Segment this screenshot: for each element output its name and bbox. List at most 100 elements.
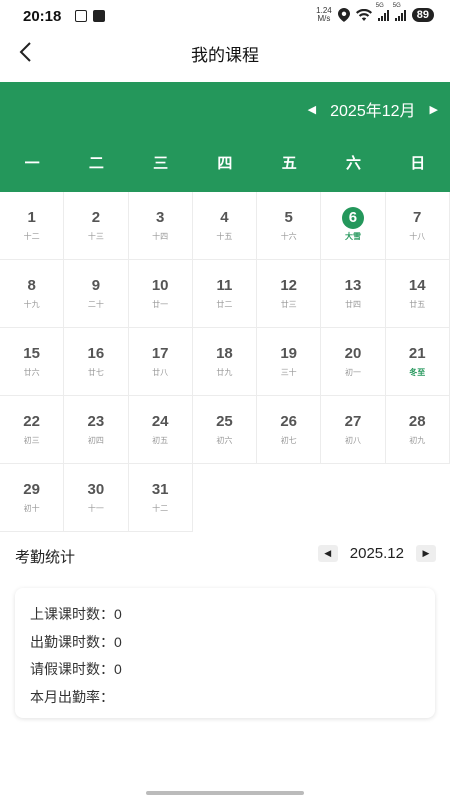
- lunar-date: 十八: [409, 232, 426, 241]
- next-month-icon[interactable]: ▶: [430, 103, 438, 116]
- calendar-day-cell[interactable]: 25 初六: [192, 396, 258, 464]
- day-number: 28: [408, 413, 426, 430]
- calendar-empty-cell: [193, 464, 257, 532]
- calendar-day-cell[interactable]: 4 十五: [192, 192, 258, 260]
- day-number: 4: [220, 209, 229, 226]
- day-number: 18: [216, 345, 233, 362]
- lunar-date: 十二: [23, 232, 40, 241]
- lunar-date: 二十: [87, 300, 104, 309]
- prev-month-icon[interactable]: ◀: [308, 103, 316, 116]
- lunar-date: 廿二: [216, 300, 233, 309]
- calendar-day-cell[interactable]: 26 初七: [257, 396, 322, 464]
- attendance-month: 2025.12: [349, 545, 404, 562]
- calendar-day-cell[interactable]: 13 廿四: [321, 260, 386, 328]
- weekday-label: 三: [153, 155, 169, 172]
- calendar-day-cell[interactable]: 15 廿六: [0, 328, 65, 396]
- calendar-day-cell[interactable]: 31 十二: [128, 464, 193, 532]
- calendar-day-cell[interactable]: 2 十三: [64, 192, 129, 260]
- notification-icon: [93, 10, 105, 22]
- next-month-button[interactable]: ▶: [416, 545, 436, 562]
- calendar-day-cell[interactable]: 22 初三: [0, 396, 65, 464]
- signal-label-2: 5G: [392, 3, 401, 9]
- calendar-day-cell[interactable]: 18 廿九: [192, 328, 258, 396]
- day-number: 10: [151, 277, 169, 294]
- day-number: 2: [91, 209, 101, 226]
- lunar-date: 初四: [87, 436, 104, 445]
- day-number: 22: [23, 413, 40, 430]
- lunar-date: 廿八: [152, 368, 169, 377]
- attendance-month-navigator: ◀ 2025.12 ▶: [317, 545, 436, 562]
- calendar-day-cell[interactable]: 24 初五: [128, 396, 193, 464]
- leave-hours-stat: 请假课时数：0: [30, 661, 122, 677]
- calendar-day-cell[interactable]: 30 十一: [64, 464, 129, 532]
- weekday-label: 五: [281, 155, 297, 172]
- calendar-day-cell[interactable]: 12 廿三: [257, 260, 322, 328]
- lunar-date: 十二: [152, 504, 169, 513]
- calendar-day-cell[interactable]: 27 初八: [321, 396, 386, 464]
- lunar-date: 初一: [344, 368, 361, 377]
- attendance-title: 考勤统计: [15, 549, 76, 566]
- calendar-day-cell[interactable]: 9 二十: [64, 260, 129, 328]
- day-number: 21: [408, 345, 426, 362]
- day-number: 31: [151, 481, 169, 498]
- status-bar: 20:18 1.24 M/s 5G 5G 89: [0, 0, 450, 34]
- calendar-day-cell[interactable]: 10 廿一: [128, 260, 193, 328]
- calendar-empty-cell: [257, 464, 321, 532]
- signal-label: 5G: [375, 3, 384, 9]
- day-number: 3: [155, 209, 165, 226]
- calendar-week-row: 15 廿六 16 廿七 17 廿八 18 廿九 19 三十 20 初一 21 冬至: [0, 328, 450, 396]
- status-right-group: 1.24 M/s 5G 5G 89: [316, 3, 434, 23]
- lunar-date: 十六: [280, 232, 297, 241]
- prev-month-button[interactable]: ◀: [317, 545, 338, 562]
- day-number: 15: [23, 345, 40, 362]
- calendar-day-cell[interactable]: 23 初四: [64, 396, 129, 464]
- month-navigator: ◀ 2025年12月 ▶: [308, 97, 438, 121]
- calendar-week-row: 8 十九 9 二十 10 廿一 11 廿二 12 廿三 13 廿四 14 廿五: [0, 260, 450, 328]
- day-number: 11: [216, 277, 233, 294]
- day-number: 20: [344, 345, 362, 362]
- lunar-date: 初五: [152, 436, 169, 445]
- weekday-label: 六: [345, 155, 361, 172]
- lunar-date: 十五: [216, 232, 233, 241]
- calendar-day-cell[interactable]: 17 廿八: [128, 328, 193, 396]
- calendar-day-cell[interactable]: 5 十六: [257, 192, 322, 260]
- calendar-day-cell[interactable]: 16 廿七: [64, 328, 129, 396]
- lunar-date: 初三: [23, 436, 40, 445]
- lunar-date: 冬至: [409, 368, 426, 377]
- lunar-date: 三十: [280, 368, 297, 377]
- calendar-day-cell[interactable]: 19 三十: [257, 328, 322, 396]
- calendar-day-cell[interactable]: 8 十九: [0, 260, 65, 328]
- calendar-day-cell[interactable]: 7 十八: [385, 192, 450, 260]
- lunar-date: 廿三: [280, 300, 297, 309]
- network-speed-unit: M/s: [317, 14, 331, 23]
- calendar-day-cell[interactable]: 14 廿五: [385, 260, 450, 328]
- calendar-day-cell[interactable]: 20 初一: [321, 328, 386, 396]
- calendar-day-cell[interactable]: 21 冬至: [385, 328, 450, 396]
- weekday-label: 四: [217, 155, 233, 172]
- lunar-date: 十一: [87, 504, 104, 513]
- calendar-day-cell[interactable]: 28 初九: [385, 396, 450, 464]
- day-number: 1: [27, 209, 36, 226]
- calendar-week-row: 1 十二 2 十三 3 十四 4 十五 5 十六 6 大雪 7 十八: [0, 192, 450, 260]
- calendar-day-cell[interactable]: 6 大雪: [321, 192, 386, 260]
- day-number: 23: [87, 413, 105, 430]
- signal-icon-2: 5G: [393, 3, 406, 21]
- lunar-date: 廿九: [216, 368, 233, 377]
- calendar-day-cell[interactable]: 1 十二: [0, 192, 65, 260]
- day-number: 29: [23, 481, 40, 498]
- lunar-date: 十三: [87, 232, 104, 241]
- calendar-empty-cell: [321, 464, 385, 532]
- lunar-date: 初六: [216, 436, 233, 445]
- lunar-date: 初七: [280, 436, 297, 445]
- day-number: 25: [216, 413, 233, 430]
- day-number: 16: [87, 345, 105, 362]
- day-number: 26: [280, 413, 298, 430]
- calendar-day-cell[interactable]: 11 廿二: [192, 260, 258, 328]
- home-indicator[interactable]: [146, 791, 304, 795]
- class-hours-stat: 上课课时数：0: [30, 606, 122, 622]
- attendance-card: 上课课时数：0 出勤课时数：0 请假课时数：0 本月出勤率：: [15, 588, 435, 718]
- signal-icon: 5G: [376, 3, 389, 21]
- day-number: 14: [408, 277, 426, 294]
- calendar-day-cell[interactable]: 29 初十: [0, 464, 65, 532]
- calendar-day-cell[interactable]: 3 十四: [128, 192, 193, 260]
